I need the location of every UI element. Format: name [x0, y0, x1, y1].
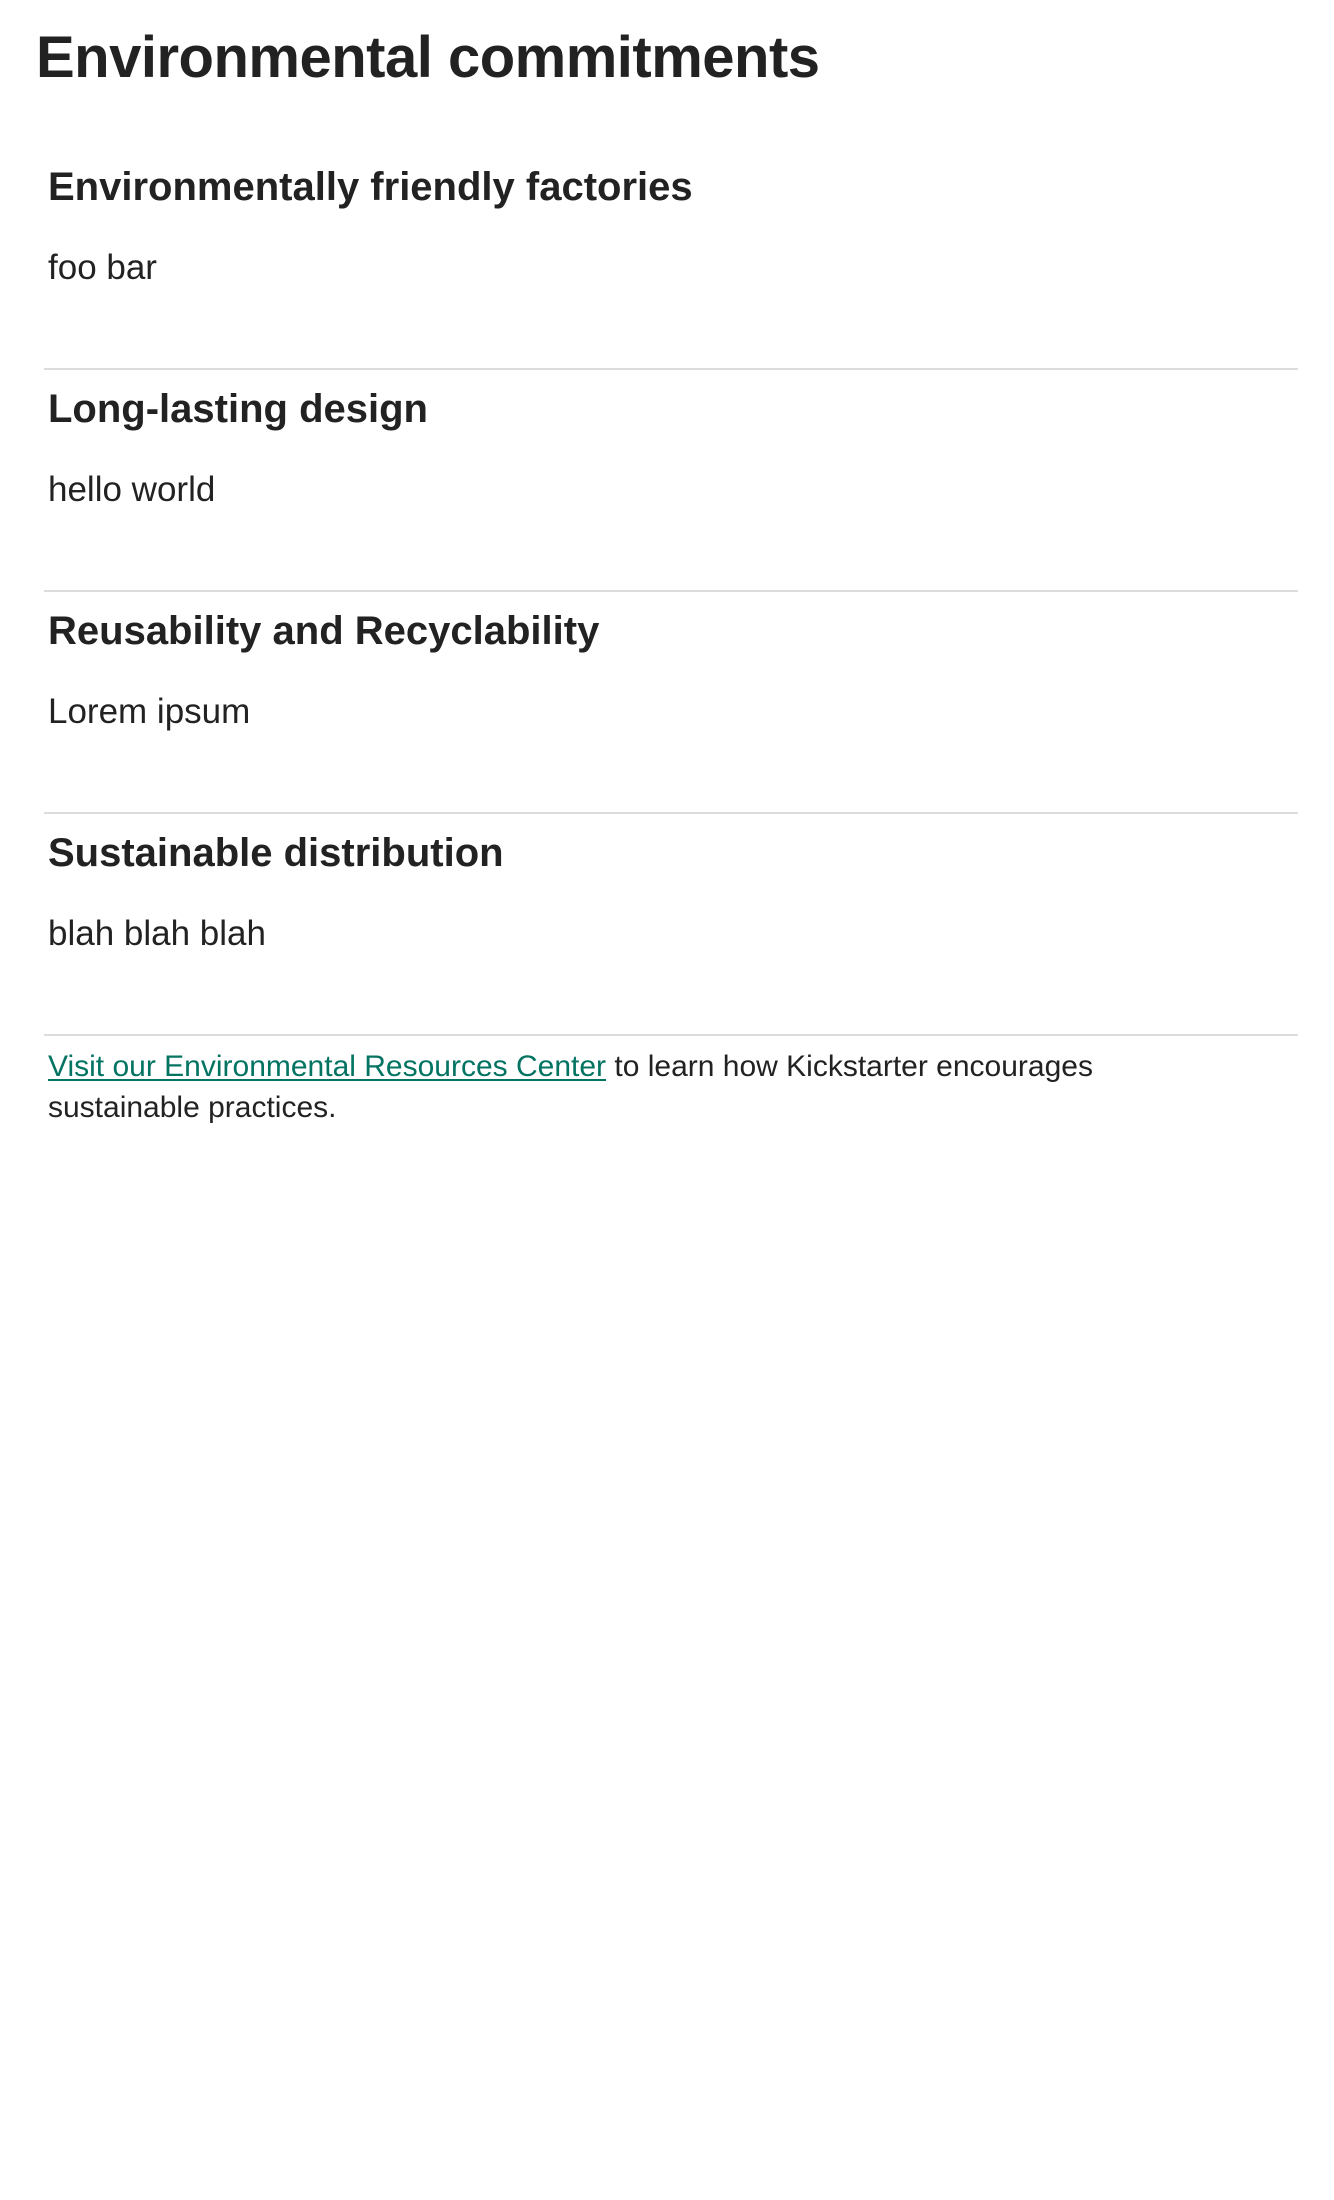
commitment-title: Reusability and Recyclability [48, 609, 600, 653]
commitment-title: Environmentally friendly factories [48, 165, 693, 209]
commitment-item: Reusability and Recyclability Lorem ipsu… [44, 592, 1298, 814]
commitment-body: blah blah blah [48, 914, 266, 953]
commitment-item: Long-lasting design hello world [44, 370, 1298, 592]
commitments-list: Environmentally friendly factories foo b… [44, 148, 1298, 1036]
environmental-resources-link[interactable]: Visit our Environmental Resources Center [48, 1050, 606, 1083]
commitment-item: Sustainable distribution blah blah blah [44, 814, 1298, 1036]
footer-note: Visit our Environmental Resources Center… [48, 1046, 1228, 1128]
commitment-body: hello world [48, 470, 216, 509]
commitment-title: Long-lasting design [48, 387, 428, 431]
commitment-body: foo bar [48, 248, 157, 287]
commitment-body: Lorem ipsum [48, 692, 251, 731]
commitment-item: Environmentally friendly factories foo b… [44, 148, 1298, 370]
commitment-title: Sustainable distribution [48, 831, 504, 875]
page-title: Environmental commitments [36, 25, 820, 90]
page: Environmental commitments Environmentall… [0, 0, 1334, 2200]
